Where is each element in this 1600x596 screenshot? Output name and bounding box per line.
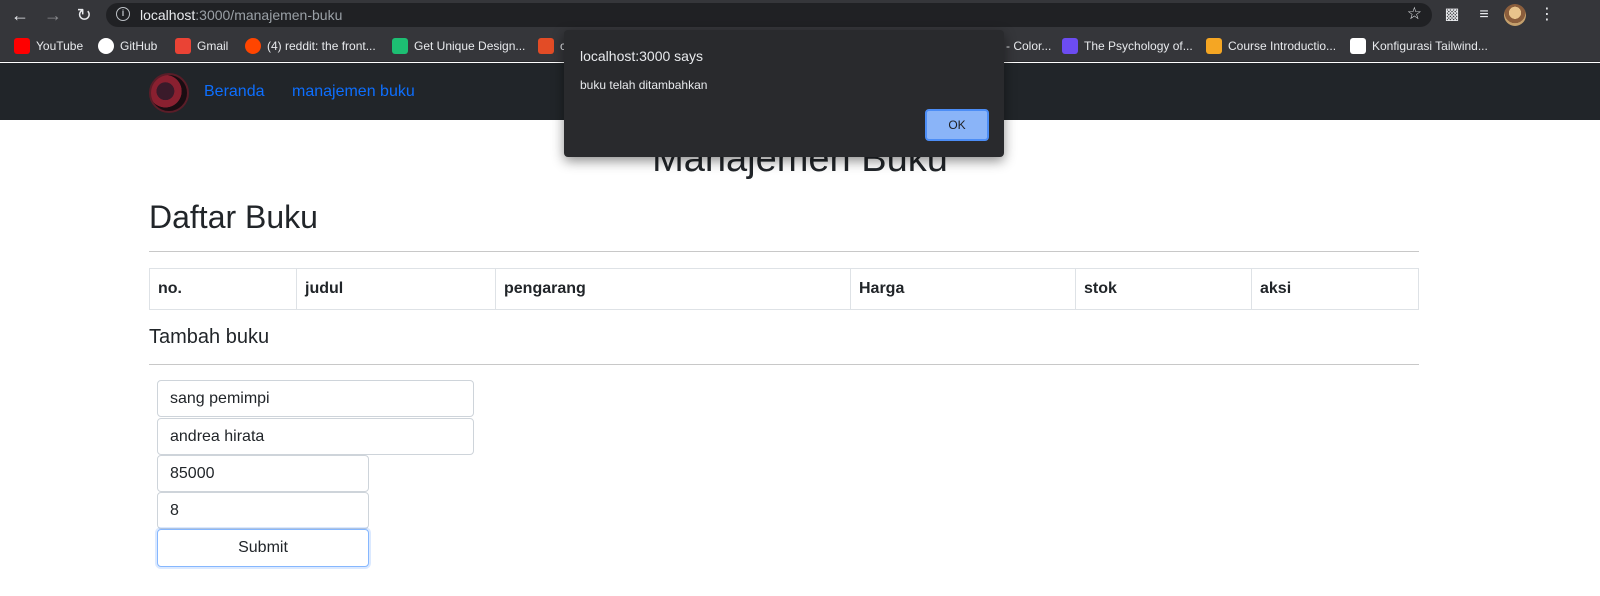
divider xyxy=(149,251,1419,252)
dialog-title: localhost:3000 says xyxy=(580,48,703,64)
bookmark-course[interactable]: Course Introductio... xyxy=(1206,38,1336,54)
bookmark-code[interactable]: c xyxy=(538,38,566,54)
reload-icon[interactable]: ↻ xyxy=(74,5,94,25)
col-header-no: no. xyxy=(149,268,297,310)
bookmark-psychology[interactable]: The Psychology of... xyxy=(1062,38,1193,54)
brand-logo[interactable] xyxy=(149,73,189,113)
col-header-judul: judul xyxy=(296,268,496,310)
nav-link-manajemen-buku[interactable]: manajemen buku xyxy=(292,83,415,101)
bookmark-design[interactable]: Get Unique Design... xyxy=(392,38,525,54)
reddit-icon xyxy=(245,38,261,54)
url-text: localhost:3000/manajemen-buku xyxy=(140,7,343,23)
youtube-icon xyxy=(14,38,30,54)
book-table: no. judul pengarang Harga stok aksi xyxy=(149,268,1419,310)
psychology-icon xyxy=(1062,38,1078,54)
stok-input[interactable]: 8 xyxy=(157,492,369,529)
divider xyxy=(149,364,1419,365)
book-list-heading: Daftar Buku xyxy=(149,199,318,235)
submit-button[interactable]: Submit xyxy=(157,529,369,567)
code-icon xyxy=(538,38,554,54)
design-icon xyxy=(392,38,408,54)
address-bar[interactable]: i localhost:3000/manajemen-buku ☆ xyxy=(106,3,1432,27)
bookmark-github[interactable]: GitHub xyxy=(98,38,157,54)
bookmark-color[interactable]: - Color... xyxy=(1006,38,1051,54)
nav-link-beranda[interactable]: Beranda xyxy=(204,83,265,101)
harga-input[interactable]: 85000 xyxy=(157,455,369,492)
col-header-harga: Harga xyxy=(850,268,1076,310)
col-header-pengarang: pengarang xyxy=(495,268,851,310)
dialog-message: buku telah ditambahkan xyxy=(580,78,708,92)
bookmark-youtube[interactable]: YouTube xyxy=(14,38,83,54)
forward-arrow-icon[interactable]: → xyxy=(43,5,63,25)
bookmark-tailwind[interactable]: Konfigurasi Tailwind... xyxy=(1350,38,1488,54)
bookmark-gmail[interactable]: Gmail xyxy=(175,38,228,54)
alert-dialog: localhost:3000 says buku telah ditambahk… xyxy=(564,30,1004,157)
gmail-icon xyxy=(175,38,191,54)
pengarang-input[interactable]: andrea hirata xyxy=(157,418,474,455)
course-icon xyxy=(1206,38,1222,54)
col-header-aksi: aksi xyxy=(1251,268,1419,310)
col-header-stok: stok xyxy=(1075,268,1252,310)
table-header-row: no. judul pengarang Harga stok aksi xyxy=(149,268,1419,310)
judul-input[interactable]: sang pemimpi xyxy=(157,380,474,417)
bookmark-star-icon[interactable]: ☆ xyxy=(1407,4,1422,24)
extensions-puzzle-icon[interactable]: ▩ xyxy=(1442,5,1462,25)
github-icon xyxy=(98,38,114,54)
reading-list-icon[interactable]: ≡ xyxy=(1474,5,1494,25)
bookmark-reddit[interactable]: (4) reddit: the front... xyxy=(245,38,376,54)
browser-menu-icon[interactable]: ⋮ xyxy=(1537,5,1557,25)
browser-toolbar: ← → ↻ i localhost:3000/manajemen-buku ☆ … xyxy=(0,0,1600,30)
profile-avatar[interactable] xyxy=(1504,4,1526,26)
dialog-ok-button[interactable]: OK xyxy=(925,109,989,141)
add-book-heading: Tambah buku xyxy=(149,326,270,348)
medium-icon xyxy=(1350,38,1366,54)
site-info-icon[interactable]: i xyxy=(116,7,130,21)
back-arrow-icon[interactable]: ← xyxy=(10,5,30,25)
